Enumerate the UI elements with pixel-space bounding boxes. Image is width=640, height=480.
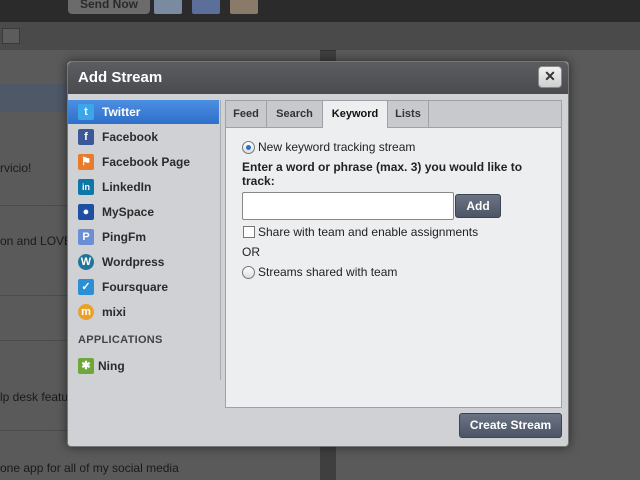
stream-text: rvicio! [0,161,32,175]
twitter-thumbnail[interactable] [154,0,182,14]
share-with-team-checkbox[interactable] [243,226,255,238]
create-stream-button[interactable]: Create Stream [459,413,562,438]
sidebar-item-label: PingFm [102,230,146,244]
add-keyword-button[interactable]: Add [455,194,501,218]
facebook-thumbnail[interactable] [192,0,220,14]
or-separator: OR [242,245,260,259]
sidebar-item-label: mixi [102,305,127,319]
close-button[interactable]: ✕ [538,66,562,88]
network-sidebar: t Twitter f Facebook ⚑ Facebook Page in … [68,100,221,380]
sidebar-item-label: Foursquare [102,280,169,294]
pingfm-icon: P [78,229,94,245]
stream-type-tabs: Feed Search Keyword Lists [226,101,561,128]
sidebar-item-twitter[interactable]: t Twitter [68,100,219,124]
sidebar-item-ning[interactable]: ✱ Ning [68,354,219,378]
send-now-button[interactable]: Send Now [68,0,150,14]
dialog-header: Add Stream ✕ [68,62,568,94]
tab-lists[interactable]: Lists [388,101,429,127]
new-keyword-stream-label: New keyword tracking stream [258,140,416,154]
sidebar-item-facebook[interactable]: f Facebook [68,125,219,149]
keyword-input[interactable] [242,192,454,220]
foursquare-icon: ✓ [78,279,94,295]
tab-search[interactable]: Search [267,101,323,127]
sidebar-item-label: Wordpress [102,255,165,269]
add-stream-dialog: Add Stream ✕ t Twitter f Facebook ⚑ Face… [67,61,569,447]
stream-options-panel: Feed Search Keyword Lists New keyword tr… [225,100,562,408]
tab-feed[interactable]: Feed [226,101,267,127]
sidebar-item-linkedin[interactable]: in LinkedIn [68,175,219,199]
tab-keyword[interactable]: Keyword [323,101,388,128]
expand-icon[interactable] [2,28,20,44]
facebook-icon: f [78,129,94,145]
sidebar-item-label: LinkedIn [102,180,152,194]
streams-shared-label: Streams shared with team [258,265,398,279]
stream-text: lp desk featu [0,390,69,404]
sidebar-item-label: Twitter [102,105,141,119]
sidebar-item-label: Facebook [102,130,159,144]
share-with-team-label: Share with team and enable assignments [258,225,479,239]
sidebar-item-label: Ning [98,359,125,373]
sidebar-item-facebook-page[interactable]: ⚑ Facebook Page [68,150,219,174]
wordpress-icon: W [78,254,94,270]
dialog-title: Add Stream [78,69,163,86]
sidebar-item-myspace[interactable]: ● MySpace [68,200,219,224]
twitter-icon: t [78,104,94,120]
streams-shared-radio[interactable] [242,266,255,279]
app-toolbar [0,22,640,51]
mixi-icon: m [78,304,94,320]
keyword-tab-content: New keyword tracking stream Enter a word… [226,128,561,407]
applications-heading: APPLICATIONS [78,334,163,346]
stream-text: one app for all of my social media [0,461,179,475]
keyword-prompt: Enter a word or phrase (max. 3) you woul… [242,160,523,188]
sidebar-item-label: MySpace [102,205,155,219]
sidebar-item-label: Facebook Page [102,155,191,169]
facebook-page-icon: ⚑ [78,154,94,170]
myspace-icon: ● [78,204,94,220]
ning-icon: ✱ [78,358,94,374]
sidebar-item-wordpress[interactable]: W Wordpress [68,250,219,274]
new-keyword-stream-radio[interactable] [242,141,255,154]
linkedin-icon: in [78,179,94,195]
sidebar-item-mixi[interactable]: m mixi [68,300,219,324]
stream-text: on and LOVE [0,234,73,248]
sidebar-item-foursquare[interactable]: ✓ Foursquare [68,275,219,299]
profile-thumbnail[interactable] [230,0,258,14]
sidebar-item-pingfm[interactable]: P PingFm [68,225,219,249]
